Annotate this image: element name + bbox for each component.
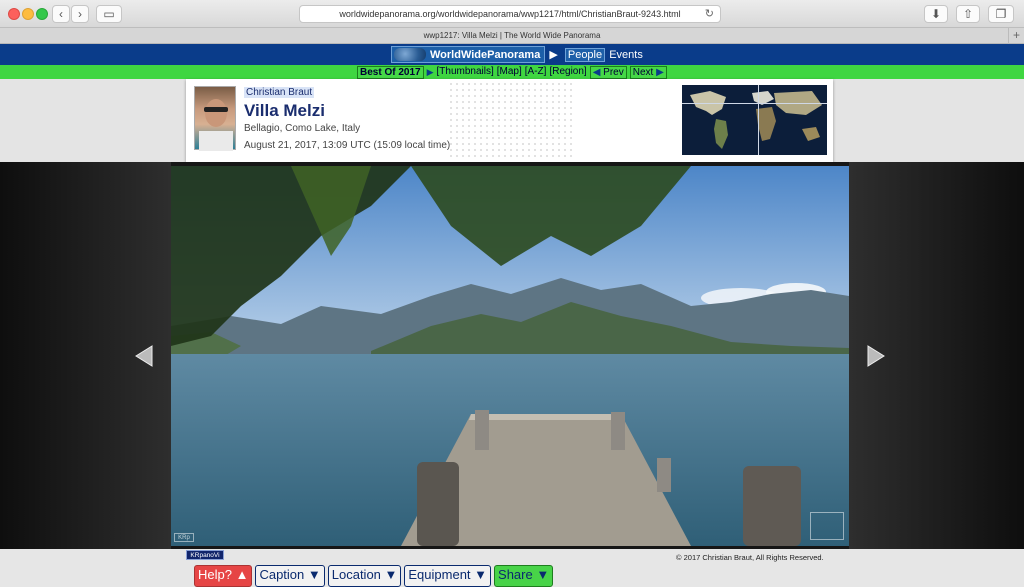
region-link[interactable]: [Region] (549, 66, 586, 79)
triangle-left-icon: ◀ (592, 67, 604, 78)
best-of-link[interactable]: Best Of 2017 (357, 66, 424, 79)
minimize-window-button[interactable] (22, 8, 34, 20)
author-avatar[interactable] (194, 86, 236, 151)
share-icon[interactable]: ⇧ (956, 5, 980, 23)
sub-nav-bar: Best Of 2017 ▶ [Thumbnails] [Map] [A-Z] … (0, 65, 1024, 79)
panorama-header: Christian Braut Villa Melzi Bellagio, Co… (186, 79, 833, 162)
page-title: Villa Melzi (244, 101, 325, 120)
equipment-button[interactable]: Equipment ▼ (404, 565, 492, 587)
site-brand: WorldWidePanorama ▶ People Events (391, 46, 643, 63)
map-crosshair (758, 85, 759, 155)
location-text: Bellagio, Como Lake, Italy (244, 123, 361, 134)
tabs-overview-icon[interactable]: ❐ (988, 5, 1014, 23)
panorama-viewer[interactable]: KRp (0, 162, 1024, 549)
forward-button[interactable]: › (71, 5, 89, 23)
fullscreen-icon[interactable] (810, 512, 844, 540)
maximize-window-button[interactable] (36, 8, 48, 20)
brand-name: WorldWidePanorama (430, 48, 541, 61)
map-link[interactable]: [Map] (497, 66, 522, 79)
new-tab-button[interactable]: + (1008, 28, 1024, 44)
next-link[interactable]: Next ▶ (629, 66, 667, 79)
krpano-watermark: KRp (174, 533, 194, 542)
thumbnails-link[interactable]: [Thumbnails] (437, 66, 494, 79)
prev-link[interactable]: ◀ Prev (589, 66, 627, 79)
url-text: worldwidepanorama.org/worldwidepanorama/… (339, 9, 681, 19)
globe-logo-icon (394, 48, 426, 61)
sidebar-toggle-button[interactable]: ▭ (96, 5, 122, 23)
address-bar[interactable]: worldwidepanorama.org/worldwidepanorama/… (299, 5, 721, 23)
download-icon[interactable]: ⬇ (924, 5, 948, 23)
location-button[interactable]: Location ▼ (327, 565, 402, 587)
az-link[interactable]: [A-Z] (525, 66, 547, 79)
help-button[interactable]: Help? ▲ (194, 565, 253, 587)
previous-arrow-icon[interactable] (132, 344, 156, 368)
back-button[interactable]: ‹ (52, 5, 70, 23)
copyright-text: © 2017 Christian Braut, All Rights Reser… (676, 553, 824, 562)
next-label: Next (632, 67, 654, 78)
nav-item-people[interactable]: People (564, 48, 606, 62)
triangle-right-icon: ▶ (549, 49, 558, 61)
close-window-button[interactable] (8, 8, 20, 20)
map-crosshair (682, 103, 827, 104)
world-map[interactable] (682, 85, 827, 155)
nav-item-events[interactable]: Events (609, 49, 643, 61)
next-arrow-icon[interactable] (864, 344, 888, 368)
browser-toolbar: ‹ › ▭ worldwidepanorama.org/worldwidepan… (0, 0, 1024, 28)
krpano-badge[interactable]: KRpanoVi (186, 550, 224, 560)
triangle-right-icon: ▶ (653, 67, 664, 78)
panorama-image[interactable] (171, 166, 849, 546)
tab-bar: wwp1217: Villa Melzi | The World Wide Pa… (0, 28, 1024, 44)
panel-button-row: Help? ▲ Caption ▼ Location ▼ Equipment ▼… (194, 565, 554, 587)
brand-link[interactable]: WorldWidePanorama (391, 46, 546, 63)
datetime-text: August 21, 2017, 13:09 UTC (15:09 local … (244, 140, 451, 151)
triangle-right-icon: ▶ (426, 67, 434, 77)
caption-button[interactable]: Caption ▼ (255, 565, 325, 587)
prev-label: Prev (603, 67, 624, 78)
author-link[interactable]: Christian Braut (244, 87, 315, 98)
tab-title[interactable]: wwp1217: Villa Melzi | The World Wide Pa… (424, 31, 601, 40)
site-nav-bar: WorldWidePanorama ▶ People Events (0, 44, 1024, 65)
decorative-dots (448, 81, 573, 159)
reload-icon[interactable]: ↻ (705, 6, 714, 22)
share-button[interactable]: Share ▼ (494, 565, 554, 587)
